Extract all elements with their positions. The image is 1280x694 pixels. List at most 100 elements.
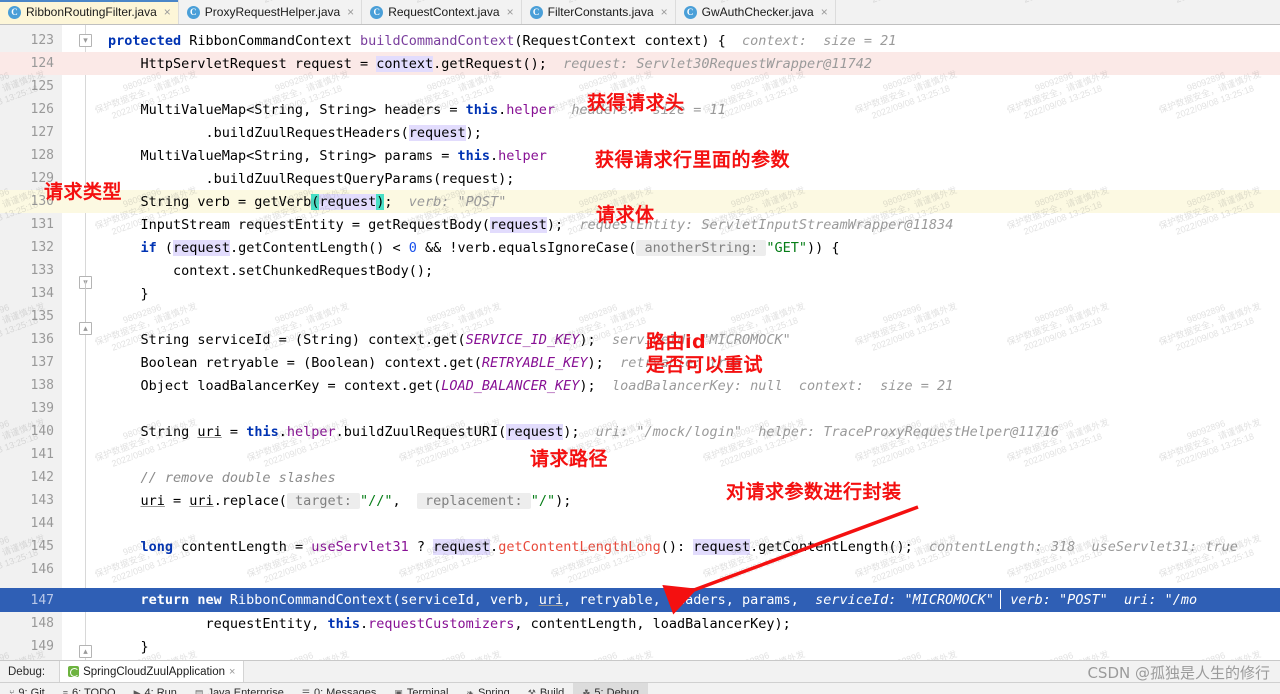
code-line-133[interactable]: 133 context.setChunkedRequestBody(); — [0, 259, 1280, 282]
code-line-143[interactable]: 143 uri = uri.replace( target: "//", rep… — [0, 489, 1280, 512]
line-code: String uri = this.helper.buildZuulReques… — [108, 423, 1060, 440]
close-icon[interactable]: × — [821, 5, 828, 19]
editor-tab-bar: C RibbonRoutingFilter.java × C ProxyRequ… — [0, 0, 1280, 25]
close-icon[interactable]: × — [347, 5, 354, 19]
java-class-icon: C — [683, 5, 697, 19]
code-line-148[interactable]: 148 requestEntity, this.requestCustomize… — [0, 612, 1280, 635]
close-icon[interactable]: × — [229, 666, 235, 678]
line-number: 126 — [30, 102, 54, 117]
terminal-icon: ▣ — [394, 688, 403, 694]
line-number: 143 — [30, 493, 54, 508]
tool-button-label: 0: Messages — [313, 687, 377, 694]
line-number: 134 — [30, 286, 54, 301]
close-icon[interactable]: × — [661, 5, 668, 19]
editor-tab-ribbonroutingfilter[interactable]: C RibbonRoutingFilter.java × — [0, 0, 179, 24]
tool-button-java-enterprise[interactable]: ▤ Java Enterprise — [186, 683, 293, 694]
tool-button-messages[interactable]: ☰ 0: Messages — [293, 683, 385, 694]
code-line-136[interactable]: 136 String serviceId = (String) context.… — [0, 328, 1280, 351]
tool-button-label: Build — [539, 687, 565, 694]
debug-session-label: SpringCloudZuulApplication — [83, 665, 226, 678]
tool-button-git[interactable]: ⑂ 9: Git — [0, 683, 54, 694]
code-line-140[interactable]: 140 String uri = this.helper.buildZuulRe… — [0, 420, 1280, 443]
tool-button-build[interactable]: ⚒ Build — [519, 683, 574, 694]
line-number: 148 — [30, 616, 54, 631]
tool-button-label: 4: Run — [144, 687, 177, 694]
line-code: protected RibbonCommandContext buildComm… — [108, 32, 897, 49]
line-code: context.setChunkedRequestBody(); — [108, 262, 434, 279]
line-code: String verb = getVerb(request); verb: "P… — [108, 193, 507, 210]
tool-button-spring[interactable]: ❧ Spring — [457, 683, 518, 694]
tool-button-label: 5: Debug — [594, 687, 640, 694]
code-line-147[interactable]: 147 return new RibbonCommandContext(serv… — [0, 588, 1280, 612]
code-line-146[interactable]: 146 — [0, 558, 1280, 581]
annotation-wrap-params: 对请求参数进行封装 — [726, 481, 902, 503]
tool-button-todo[interactable]: ≡ 6: TODO — [54, 683, 125, 694]
line-number: 149 — [30, 639, 54, 654]
debug-session-tab[interactable]: SpringCloudZuulApplication × — [59, 661, 245, 682]
run-icon: ▶ — [133, 688, 141, 694]
code-line-145[interactable]: 145 long contentLength = useServlet31 ? … — [0, 535, 1280, 558]
line-number: 141 — [30, 447, 54, 462]
tool-button-label: Spring — [477, 687, 510, 694]
line-code: InputStream requestEntity = getRequestBo… — [108, 216, 954, 233]
java-class-icon: C — [370, 5, 384, 19]
code-line-124[interactable]: 124 HttpServletRequest request = context… — [0, 52, 1280, 75]
text-caret — [1000, 590, 1001, 609]
spring-boot-icon — [68, 666, 80, 677]
editor-tab-proxyrequesthelper[interactable]: C ProxyRequestHelper.java × — [178, 0, 363, 24]
line-code: requestEntity, this.requestCustomizers, … — [108, 615, 791, 632]
editor-tab-requestcontext[interactable]: C RequestContext.java × — [362, 0, 522, 24]
code-line-144[interactable]: 144 — [0, 512, 1280, 535]
tab-label: RequestContext.java — [388, 5, 500, 19]
java-ee-icon: ▤ — [194, 688, 204, 694]
tool-button-label: Terminal — [406, 687, 449, 694]
csdn-watermark: CSDN @孤独是人生的修行 — [1087, 664, 1270, 682]
line-number: 124 — [30, 56, 54, 71]
code-line-127[interactable]: 127 .buildZuulRequestHeaders(request); — [0, 121, 1280, 144]
editor-tab-filterconstants[interactable]: C FilterConstants.java × — [521, 0, 676, 24]
close-icon[interactable]: × — [164, 5, 171, 19]
code-line-142[interactable]: 142 // remove double slashes — [0, 466, 1280, 489]
close-icon[interactable]: × — [507, 5, 514, 19]
annotation-request-type: 请求类型 — [44, 181, 123, 203]
tool-button-run[interactable]: ▶ 4: Run — [125, 683, 186, 694]
line-code: } — [108, 285, 149, 302]
line-code: Object loadBalancerKey = context.get(LOA… — [108, 377, 954, 394]
todo-icon: ≡ — [62, 688, 68, 694]
line-number: 128 — [30, 148, 54, 163]
line-code: // remove double slashes — [140, 469, 336, 486]
line-number: 138 — [30, 378, 54, 393]
spring-icon: ❧ — [466, 688, 474, 694]
code-line-137[interactable]: 137 Boolean retryable = (Boolean) contex… — [0, 351, 1280, 374]
tool-button-label: 6: TODO — [71, 687, 116, 694]
line-code: uri = uri.replace( target: "//", replace… — [140, 492, 572, 509]
line-number: 144 — [30, 516, 54, 531]
tab-label: FilterConstants.java — [547, 5, 654, 19]
tab-label: ProxyRequestHelper.java — [204, 5, 341, 19]
ide-window: C RibbonRoutingFilter.java × C ProxyRequ… — [0, 0, 1280, 694]
code-line-141[interactable]: 141 — [0, 443, 1280, 466]
tool-button-label: Java Enterprise — [207, 687, 284, 694]
line-number: 133 — [30, 263, 54, 278]
tool-button-debug[interactable]: ☘ 5: Debug — [573, 683, 649, 694]
debug-label: Debug: — [8, 665, 46, 678]
annotation-query-params: 获得请求行里面的参数 — [595, 149, 791, 171]
code-line-138[interactable]: 138 Object loadBalancerKey = context.get… — [0, 374, 1280, 397]
java-class-icon: C — [8, 5, 21, 19]
message-icon: ☰ — [301, 688, 310, 694]
code-line-149[interactable]: 149 } — [0, 635, 1280, 658]
code-line-134[interactable]: 134 } — [0, 282, 1280, 305]
code-editor[interactable]: ▾ ▾ ▴ ▴ 123 protected RibbonCommandConte… — [0, 25, 1280, 660]
line-number: 131 — [30, 217, 54, 232]
code-line-135[interactable]: 135 — [0, 305, 1280, 328]
tool-window-bar: ⑂ 9: Git ≡ 6: TODO ▶ 4: Run ▤ Java Enterpris… — [0, 682, 1280, 694]
line-code: MultiValueMap<String, String> headers = … — [108, 101, 726, 118]
editor-tab-gwauthchecker[interactable]: C GwAuthChecker.java × — [675, 0, 836, 24]
annotation-request-path: 请求路径 — [530, 448, 609, 470]
line-number: 125 — [30, 79, 54, 94]
code-line-139[interactable]: 139 — [0, 397, 1280, 420]
code-line-123[interactable]: 123 protected RibbonCommandContext build… — [0, 29, 1280, 52]
tool-button-terminal[interactable]: ▣ Terminal — [385, 683, 457, 694]
line-number: 142 — [30, 470, 54, 485]
code-line-132[interactable]: 132 if (request.getContentLength() < 0 &… — [0, 236, 1280, 259]
